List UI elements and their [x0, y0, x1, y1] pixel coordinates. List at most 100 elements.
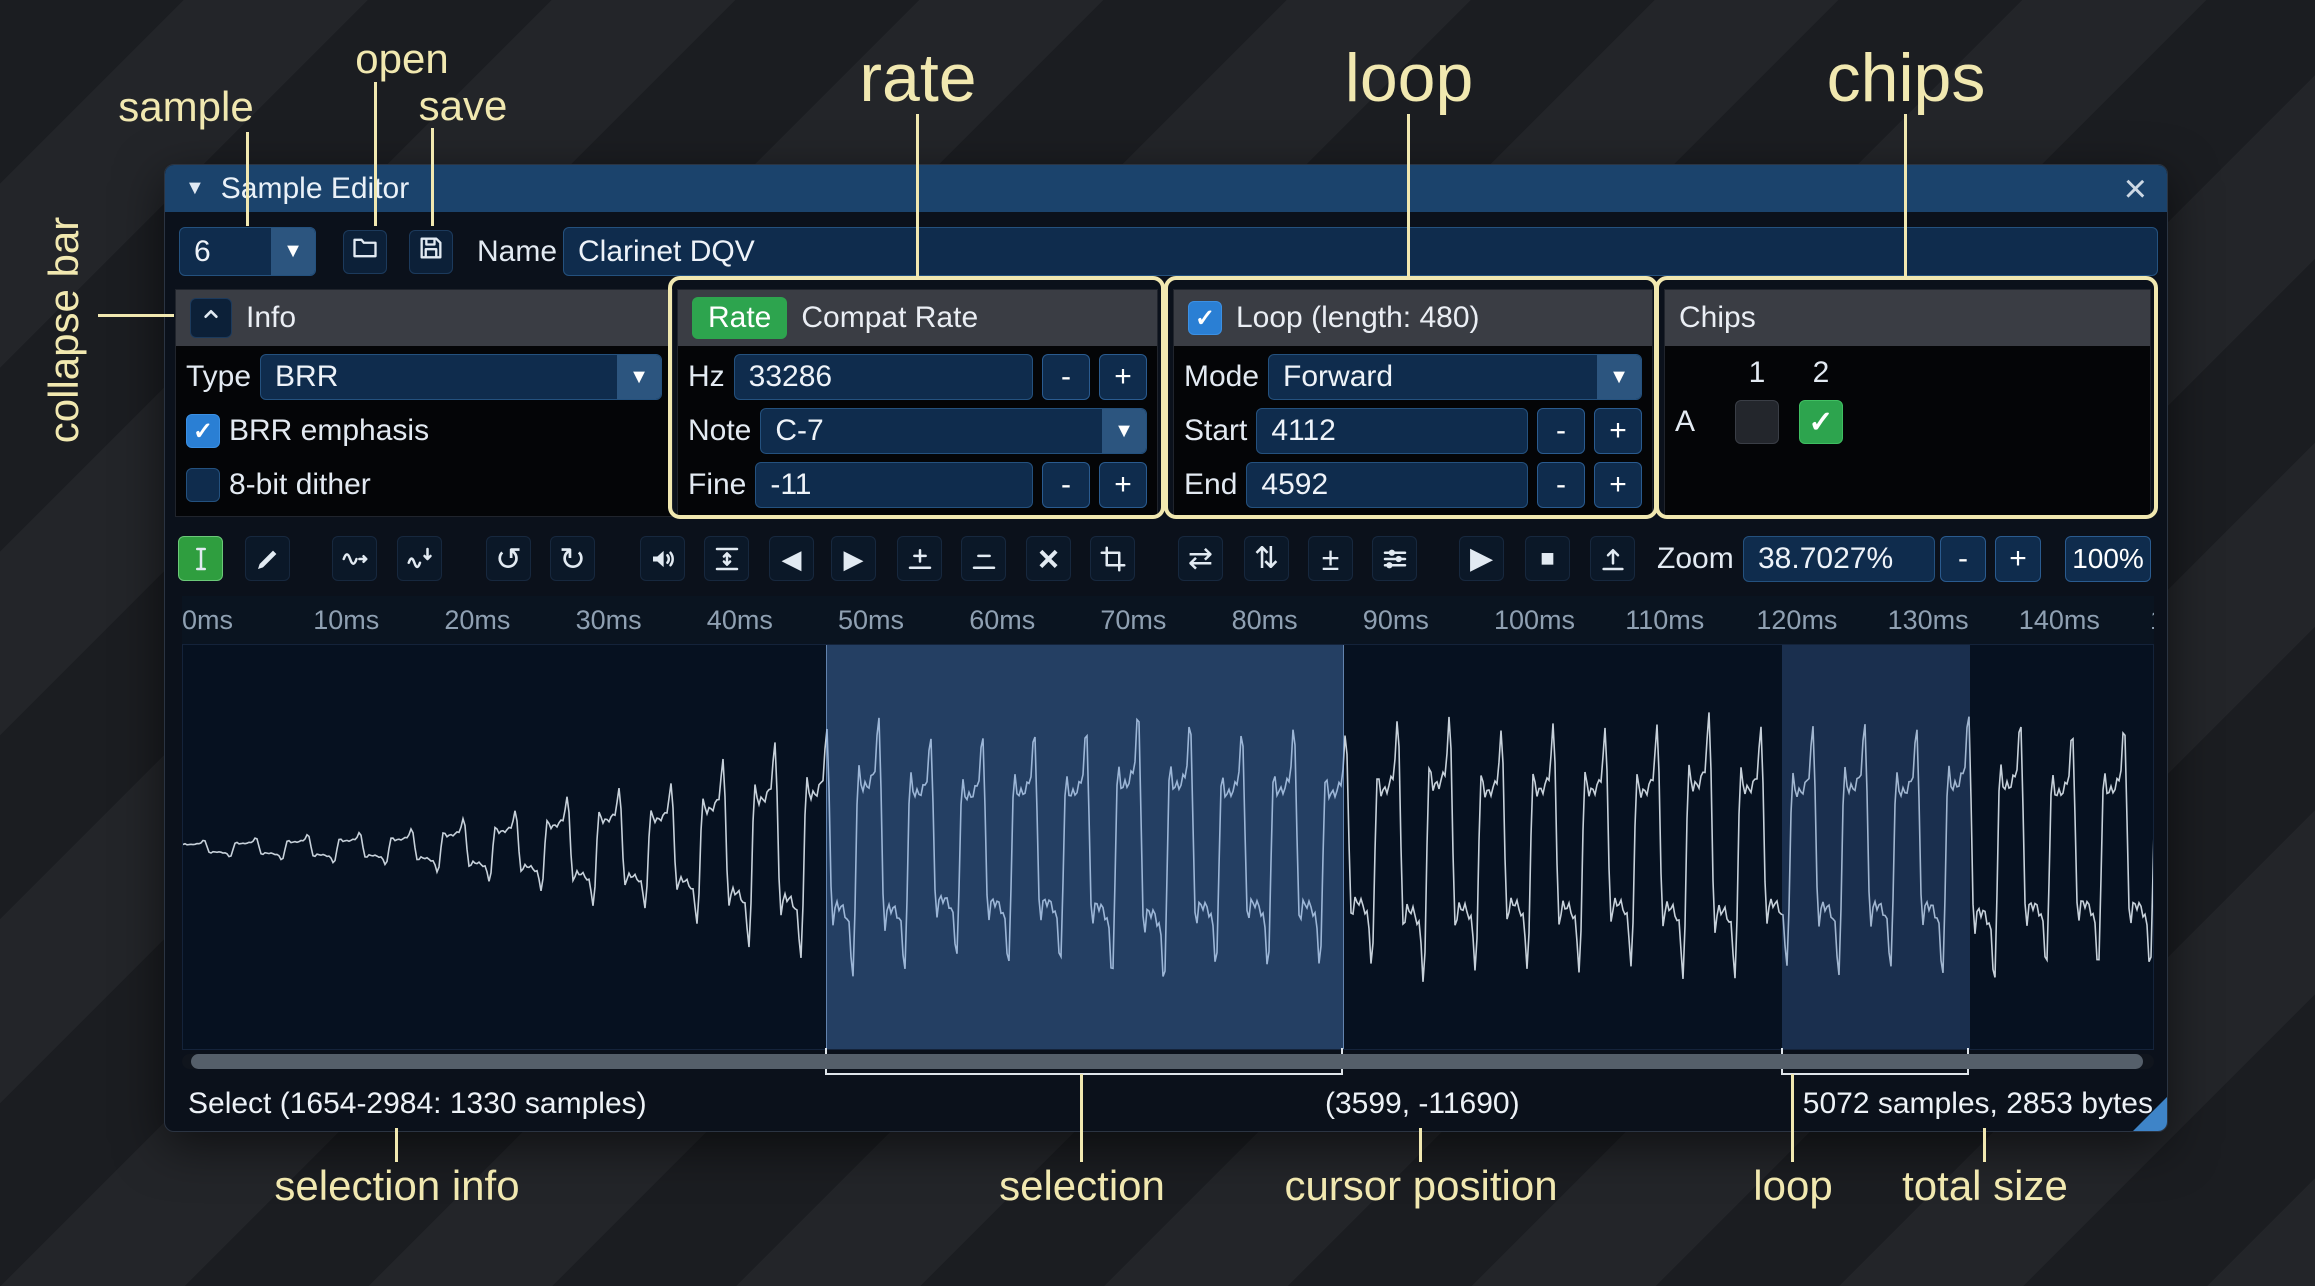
- loop-end-minus-button[interactable]: -: [1537, 462, 1585, 508]
- ruler-label: 50ms: [838, 605, 904, 636]
- edit-select-button[interactable]: [178, 536, 223, 581]
- undo-button[interactable]: ↺: [486, 536, 531, 581]
- scrollbar-thumb[interactable]: [191, 1054, 2143, 1069]
- zoom-in-button[interactable]: +: [1995, 536, 2041, 582]
- insert-silence-button[interactable]: [897, 536, 942, 581]
- window-resize-grip[interactable]: [2133, 1097, 2167, 1131]
- loop-end-plus-button[interactable]: +: [1594, 462, 1642, 508]
- sample-slot-dropdown[interactable]: 6 ▼: [179, 227, 316, 276]
- sample-toolbar: ↺↻◀▶×⇄⇅±▶■ Zoom 38.7027% - + 100%: [165, 534, 2167, 584]
- ruler-label: 80ms: [1232, 605, 1298, 636]
- hz-minus-button[interactable]: -: [1042, 354, 1090, 400]
- floppy-disk-icon: [417, 234, 445, 270]
- ruler-label: 100ms: [1494, 605, 1575, 636]
- zoom-out-button[interactable]: -: [1940, 536, 1986, 582]
- apply-silence-button[interactable]: [961, 536, 1006, 581]
- sample-name-input[interactable]: Clarinet DQV: [563, 227, 2158, 276]
- hz-value: 33286: [749, 360, 832, 394]
- total-size-text: 5072 samples, 2853 bytes: [1803, 1087, 2153, 1121]
- annotation-cursor-position: cursor position: [1284, 1162, 1557, 1210]
- fine-minus-button[interactable]: -: [1042, 462, 1090, 508]
- loop-region[interactable]: [1782, 645, 1969, 1049]
- dropdown-arrow-icon: ▼: [1102, 409, 1146, 453]
- selection-region[interactable]: [826, 645, 1345, 1049]
- delete-button[interactable]: ×: [1026, 536, 1071, 581]
- loop-start-plus-button[interactable]: +: [1594, 408, 1642, 454]
- collapse-panel-button[interactable]: [190, 298, 232, 338]
- window-collapse-icon[interactable]: ▼: [185, 177, 205, 200]
- waveform-scrollbar[interactable]: [182, 1054, 2154, 1069]
- folder-open-icon: [351, 234, 379, 270]
- loop-panel: ✓ Loop (length: 480) Mode Forward ▼ Star…: [1173, 289, 1653, 517]
- ruler-label: 40ms: [707, 605, 773, 636]
- fade-out-button[interactable]: ▶: [831, 536, 876, 581]
- desktop-background: ▼ Sample Editor × 6 ▼ Name Clarinet DQV: [0, 0, 2315, 1286]
- invert-button[interactable]: ⇅: [1244, 536, 1289, 581]
- annotation-open: open: [355, 35, 448, 83]
- annotation-selection-info: selection info: [274, 1162, 519, 1210]
- hz-plus-button[interactable]: +: [1099, 354, 1147, 400]
- connector-total-size: [1983, 1128, 1986, 1162]
- waveform-view[interactable]: [182, 644, 2154, 1050]
- connector-selection: [1080, 1074, 1083, 1162]
- hz-input[interactable]: 33286: [734, 354, 1033, 400]
- reverse-button[interactable]: ⇄: [1178, 536, 1223, 581]
- normalize-button[interactable]: [704, 536, 749, 581]
- loop-end-input[interactable]: 4592: [1246, 462, 1528, 508]
- time-ruler: 0ms10ms20ms30ms40ms50ms60ms70ms80ms90ms1…: [182, 596, 2154, 644]
- loop-start-value: 4112: [1271, 414, 1336, 448]
- annotation-selection: selection: [999, 1162, 1165, 1210]
- status-bar: Select (1654-2984: 1330 samples) (3599, …: [165, 1081, 2167, 1127]
- signed-unsigned-button[interactable]: ±: [1308, 536, 1353, 581]
- fade-in-button[interactable]: ◀: [769, 536, 814, 581]
- fine-input[interactable]: -11: [755, 462, 1033, 508]
- zoom-input[interactable]: 38.7027%: [1743, 536, 1935, 582]
- ruler-label: 70ms: [1100, 605, 1166, 636]
- amplify-button[interactable]: [640, 536, 685, 581]
- loop-mode-dropdown[interactable]: Forward ▼: [1268, 354, 1642, 400]
- stop-button[interactable]: ■: [1525, 536, 1570, 581]
- save-sample-button[interactable]: [409, 230, 453, 274]
- loop-start-label: Start: [1184, 414, 1247, 448]
- note-dropdown[interactable]: C-7 ▼: [760, 408, 1147, 454]
- loop-start-minus-button[interactable]: -: [1537, 408, 1585, 454]
- window-titlebar[interactable]: ▼ Sample Editor ×: [165, 165, 2167, 212]
- name-label: Name: [477, 235, 557, 269]
- type-value: BRR: [275, 360, 338, 394]
- ruler-label: 140ms: [2019, 605, 2100, 636]
- chips-panel-header: Chips: [1665, 290, 2150, 346]
- zoom-reset-button[interactable]: 100%: [2065, 536, 2151, 582]
- draw-button[interactable]: [245, 536, 290, 581]
- fine-plus-button[interactable]: +: [1099, 462, 1147, 508]
- ruler-label: 110ms: [1625, 605, 1704, 636]
- chips-panel-title: Chips: [1679, 301, 1756, 335]
- connector-save: [431, 128, 434, 226]
- open-sample-button[interactable]: [343, 230, 387, 274]
- trim-button[interactable]: [1090, 536, 1135, 581]
- rate-panel-header: Rate Compat Rate: [678, 290, 1157, 346]
- ruler-label: 90ms: [1363, 605, 1429, 636]
- dither-checkbox[interactable]: ✓: [186, 468, 220, 502]
- loop-mode-value: Forward: [1283, 360, 1393, 394]
- brr-emphasis-checkbox[interactable]: ✓: [186, 414, 220, 448]
- preview-button[interactable]: ▶: [1459, 536, 1504, 581]
- resize-button[interactable]: [332, 536, 377, 581]
- close-icon[interactable]: ×: [2124, 169, 2147, 209]
- annotation-total-size: total size: [1902, 1162, 2068, 1210]
- info-panel: Info Type BRR ▼ ✓ BRR emphasis ✓ 8-bit d: [175, 289, 673, 517]
- apply-filter-button[interactable]: [1372, 536, 1417, 581]
- create-wavetable-button[interactable]: [1590, 536, 1635, 581]
- connector-chips: [1904, 114, 1907, 277]
- chip-1-checkbox[interactable]: ✓: [1735, 400, 1779, 444]
- loop-start-input[interactable]: 4112: [1256, 408, 1528, 454]
- resample-button[interactable]: [397, 536, 442, 581]
- type-dropdown[interactable]: BRR ▼: [260, 354, 662, 400]
- check-icon: ✓: [1808, 405, 1833, 440]
- loop-enable-checkbox[interactable]: ✓: [1188, 301, 1222, 335]
- chip-2-checkbox[interactable]: ✓: [1799, 400, 1843, 444]
- rate-mode-badge[interactable]: Rate: [692, 297, 787, 339]
- redo-button[interactable]: ↻: [550, 536, 595, 581]
- note-label: Note: [688, 414, 751, 448]
- dropdown-arrow-icon: ▼: [1597, 355, 1641, 399]
- sample-name-value: Clarinet DQV: [578, 235, 755, 269]
